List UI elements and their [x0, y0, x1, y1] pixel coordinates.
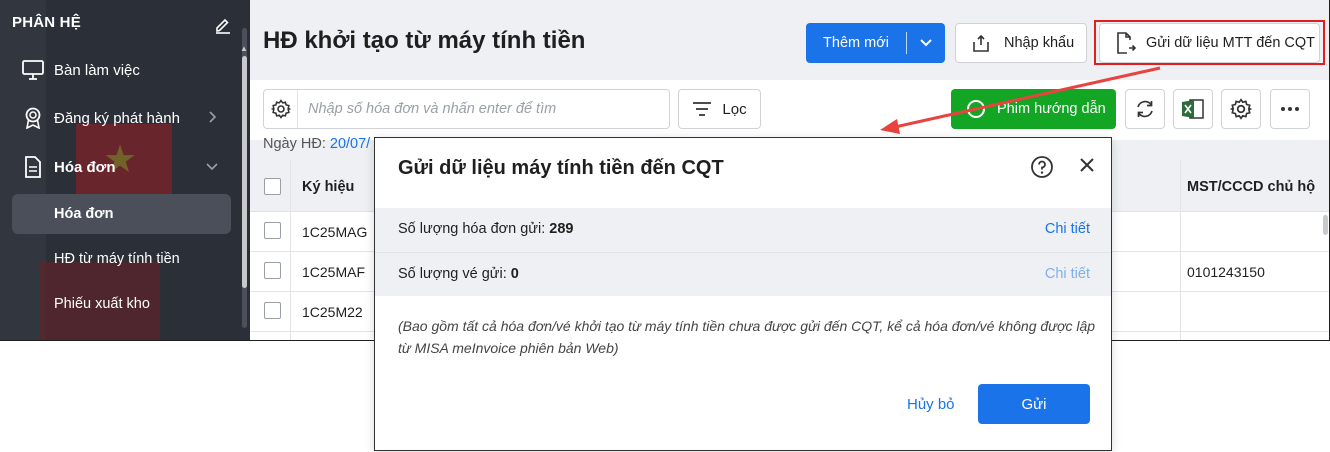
sidebar-scrollbar-thumb[interactable]: [242, 56, 247, 288]
chevron-down-icon: [206, 163, 218, 171]
invoice-count-value: 289: [549, 221, 574, 237]
guide-video-label: Phim hướng dẫn: [997, 101, 1106, 117]
scroll-up-icon[interactable]: ▲: [240, 44, 248, 53]
play-icon: [967, 100, 985, 118]
send-data-label: Gửi dữ liệu MTT đến CQT: [1146, 35, 1316, 51]
refresh-button[interactable]: [1125, 89, 1165, 129]
sidebar-subitem-phieu-xuat-kho[interactable]: Phiếu xuất kho: [12, 284, 231, 324]
row-code: 1C25M22: [302, 304, 363, 320]
refresh-icon: [1137, 100, 1153, 118]
add-new-label: Thêm mới: [823, 35, 889, 51]
monitor-icon: [22, 59, 44, 81]
sidebar-subitem-hoa-don[interactable]: Hóa đơn: [12, 194, 231, 234]
dialog-title: Gửi dữ liệu máy tính tiền đến CQT: [398, 157, 724, 179]
date-value[interactable]: 20/07/: [330, 136, 370, 152]
column-header-mst[interactable]: MST/CCCD chủ hộ: [1187, 179, 1315, 195]
ticket-detail-link[interactable]: Chi tiết: [1045, 266, 1090, 282]
import-button[interactable]: Nhập khẩu: [955, 23, 1087, 63]
more-icon: [1281, 107, 1299, 111]
send-data-dialog: Gửi dữ liệu máy tính tiền đến CQT Số lượ…: [374, 137, 1112, 451]
import-label: Nhập khẩu: [1004, 35, 1075, 51]
select-all-checkbox[interactable]: [264, 178, 281, 195]
ticket-count-text: Số lượng vé gửi: 0: [398, 266, 519, 282]
help-icon[interactable]: [1030, 155, 1054, 179]
sidebar-item-dang-ky-phat-hanh[interactable]: Đăng ký phát hành: [12, 98, 232, 138]
filter-icon: [693, 102, 712, 116]
sidebar-subitem-hd-may-tinh-tien[interactable]: HĐ từ máy tính tiền: [12, 239, 231, 279]
page-title: HĐ khởi tạo từ máy tính tiền: [263, 27, 586, 54]
edit-icon[interactable]: [214, 14, 232, 34]
add-new-button[interactable]: Thêm mới: [806, 23, 945, 63]
row-checkbox[interactable]: [264, 302, 281, 319]
sidebar-item-ban-lam-viec[interactable]: Bàn làm việc: [12, 50, 232, 90]
row-mst: 0101243150: [1187, 264, 1265, 280]
sidebar-item-hoa-don[interactable]: Hóa đơn: [12, 147, 232, 187]
date-filter[interactable]: Ngày HĐ: 20/07/: [263, 136, 370, 152]
row-checkbox[interactable]: [264, 262, 281, 279]
cancel-button[interactable]: Hủy bỏ: [907, 396, 955, 413]
filter-label: Lọc: [722, 100, 747, 118]
search-input[interactable]: [298, 91, 669, 127]
column-divider: [1180, 160, 1181, 340]
invoice-count-label: Số lượng hóa đơn gửi:: [398, 221, 546, 237]
row-code: 1C25MAF: [302, 264, 366, 280]
grid-scrollbar[interactable]: [1323, 215, 1328, 235]
file-send-icon: [1117, 32, 1136, 54]
sidebar-item-label: Đăng ký phát hành: [54, 109, 180, 127]
ticket-count-label: Số lượng vé gửi:: [398, 266, 507, 282]
search-settings-icon[interactable]: [264, 90, 298, 128]
sidebar: ★ PHÂN HỆ ▲ Bàn làm việc Đăng ký phát hà…: [0, 0, 250, 340]
search-box[interactable]: [263, 89, 670, 129]
filter-button[interactable]: Lọc: [678, 89, 761, 129]
sidebar-item-label: Bàn làm việc: [54, 61, 140, 79]
sidebar-header: PHÂN HỆ: [12, 14, 81, 31]
row-checkbox[interactable]: [264, 222, 281, 239]
gear-icon: [1230, 98, 1252, 120]
row-code: 1C25MAG: [302, 224, 368, 240]
column-divider: [290, 160, 291, 340]
ticket-count-value: 0: [510, 266, 519, 282]
sidebar-item-label: Hóa đơn: [54, 158, 116, 176]
column-header-ky-hieu[interactable]: Ký hiệu: [302, 179, 354, 195]
invoice-count-text: Số lượng hóa đơn gửi: 289: [398, 221, 574, 237]
invoice-detail-link[interactable]: Chi tiết: [1045, 221, 1090, 237]
more-button[interactable]: [1270, 89, 1310, 129]
export-excel-button[interactable]: [1173, 89, 1213, 129]
close-icon[interactable]: [1077, 155, 1097, 175]
guide-video-button[interactable]: Phim hướng dẫn: [951, 89, 1116, 129]
settings-button[interactable]: [1221, 89, 1261, 129]
chevron-right-icon: [209, 111, 217, 123]
import-icon: [973, 34, 989, 52]
excel-icon: [1182, 99, 1204, 119]
send-button[interactable]: Gửi: [978, 384, 1090, 424]
document-icon: [22, 156, 44, 178]
date-label: Ngày HĐ:: [263, 136, 326, 152]
send-data-button[interactable]: Gửi dữ liệu MTT đến CQT: [1099, 23, 1320, 63]
chevron-down-icon[interactable]: [907, 36, 945, 50]
invoice-count-row: Số lượng hóa đơn gửi: 289 Chi tiết: [375, 208, 1111, 252]
toolbar: Lọc Phim hướng dẫn: [250, 80, 1329, 140]
award-icon: [22, 107, 44, 129]
dialog-note: (Bao gồm tất cả hóa đơn/vé khởi tạo từ m…: [398, 318, 1096, 356]
ticket-count-row: Số lượng vé gửi: 0 Chi tiết: [375, 252, 1111, 296]
